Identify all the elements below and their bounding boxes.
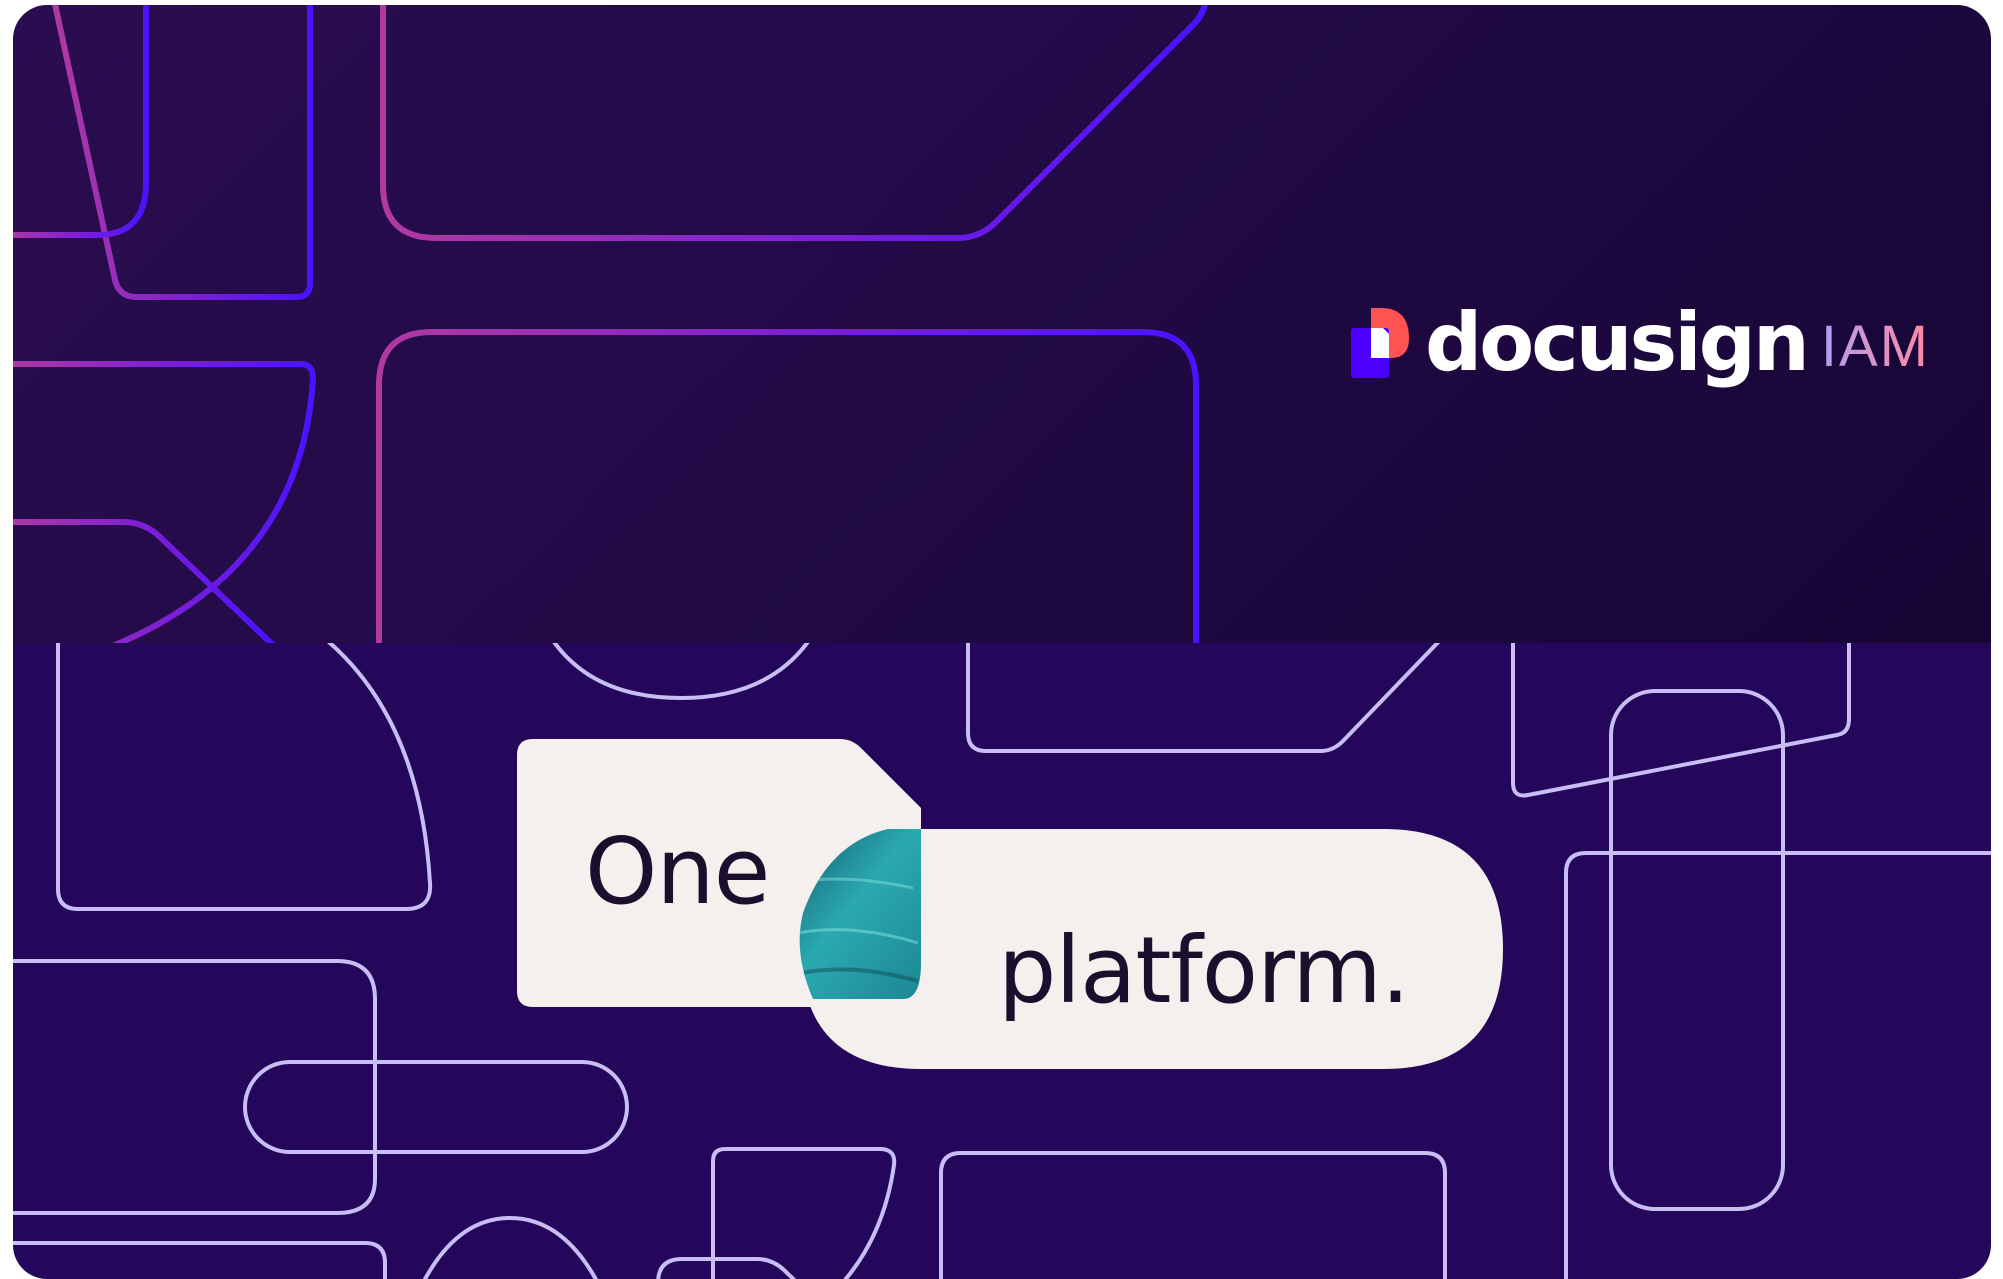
brand-wordmark: docusign [1425, 296, 1810, 389]
banner: docusign IAM One platform. [13, 5, 1991, 1279]
tagline-word-platform: platform. [998, 917, 1410, 1024]
docusign-logo-icon [1351, 308, 1409, 378]
bottom-panel: One platform. [13, 643, 1991, 1279]
tagline-word-one: One [585, 818, 770, 925]
top-panel: docusign IAM [13, 5, 1991, 643]
product-name: IAM [1820, 314, 1930, 379]
docusign-iam-logo: docusign IAM [1351, 298, 1930, 388]
